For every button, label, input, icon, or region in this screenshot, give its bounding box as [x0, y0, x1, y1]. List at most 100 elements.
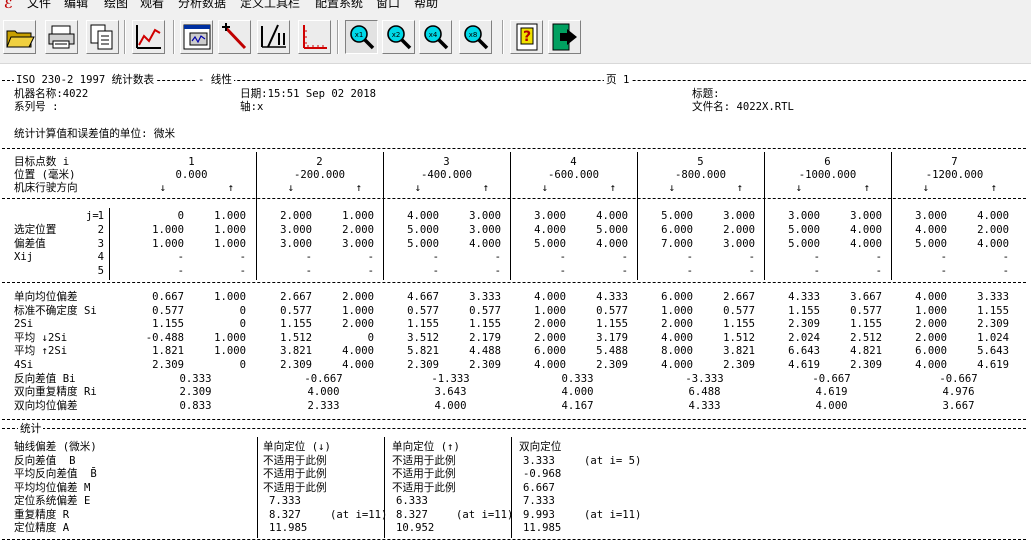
- stat-down-value: 5.821: [407, 345, 439, 357]
- stat-down-value: 1.155: [280, 318, 312, 330]
- menu-config[interactable]: 配置系统: [315, 0, 363, 10]
- stat-down-value: 3.821: [280, 345, 312, 357]
- zoom-x1-icon: x1: [350, 25, 375, 50]
- stat-up-value: 2.309: [596, 359, 628, 371]
- serial-number: 系列号 :: [14, 101, 59, 113]
- stat-up-value: 4.000: [342, 359, 374, 371]
- stat-up-value: 1.000: [342, 305, 374, 317]
- stats-row-label: 平均均位偏差 M: [14, 482, 91, 494]
- stat-down-value: 6.000: [534, 345, 566, 357]
- stat-down-value: 2.000: [661, 318, 693, 330]
- stats-bi-note: (at i= 5): [584, 455, 642, 467]
- stat-up-value: 0: [367, 332, 374, 344]
- target-point-number: 3: [443, 156, 450, 168]
- deviation-down-value: -: [305, 265, 312, 277]
- stat-down-value: 2.000: [534, 332, 566, 344]
- zoom-x4-icon: x4: [424, 25, 449, 50]
- deviation-down-value: -: [686, 251, 693, 263]
- menu-view[interactable]: 观看: [140, 0, 164, 10]
- open-icon: [6, 30, 35, 48]
- stat-down-value: 2.000: [534, 318, 566, 330]
- stats-up-value: 10.952: [396, 522, 435, 534]
- deviation-down-value: 5.000: [915, 238, 947, 250]
- deviation-up-value: -: [239, 265, 246, 277]
- app-icon: ℰ: [4, 0, 13, 11]
- toolbar-separator: [124, 20, 126, 54]
- deviation-up-value: 3.000: [850, 210, 882, 222]
- open-button[interactable]: [3, 20, 36, 54]
- zoom-x1-button[interactable]: x1: [345, 20, 378, 54]
- menu-window[interactable]: 窗口: [376, 0, 400, 10]
- stats-divider: [511, 437, 512, 538]
- stat-down-value: 0.577: [280, 305, 312, 317]
- target-point-number: 4: [570, 156, 577, 168]
- axis-label: 轴:x: [240, 101, 264, 113]
- stat-down-value: 1.000: [661, 305, 693, 317]
- stat-row-label: 标准不确定度 Si: [14, 305, 97, 317]
- axis-chart-button[interactable]: [298, 20, 331, 54]
- single-row-value: 4.167: [561, 400, 594, 412]
- j-index: 3: [97, 238, 104, 250]
- stats-col-header: 单向定位 (↑): [392, 441, 460, 453]
- deviation-down-value: -: [940, 251, 947, 263]
- deviation-up-value: -: [875, 251, 882, 263]
- type-label: - 线性: [196, 74, 234, 86]
- zoom-x4-button[interactable]: x4: [419, 20, 452, 54]
- line-chart-button[interactable]: [132, 20, 165, 54]
- print-button[interactable]: [45, 20, 78, 54]
- menu-help[interactable]: 帮助: [414, 0, 438, 10]
- deviation-down-value: -: [432, 251, 439, 263]
- column-divider: [256, 152, 257, 280]
- stats-top-rule: [2, 428, 1026, 429]
- stat-down-value: 2.000: [915, 332, 947, 344]
- deviation-up-value: 3.000: [469, 224, 501, 236]
- menu-edit[interactable]: 编辑: [64, 0, 88, 10]
- menu-plot[interactable]: 绘图: [104, 0, 128, 10]
- help-button[interactable]: ?: [510, 20, 543, 54]
- menu-analyze[interactable]: 分析数据: [178, 0, 226, 10]
- single-row-value: 3.643: [434, 386, 467, 398]
- zoom-x2-button[interactable]: x2: [382, 20, 415, 54]
- marker-button[interactable]: [218, 20, 251, 54]
- help-icon: ?: [516, 23, 538, 51]
- single-row-value: 6.488: [688, 386, 721, 398]
- toolbar: x1 x2 x4 x8?: [0, 11, 1031, 64]
- stat-down-value: 1.155: [788, 305, 820, 317]
- stat-up-value: 2.309: [850, 359, 882, 371]
- single-row-value: 4.000: [561, 386, 594, 398]
- window-chart-button[interactable]: [180, 20, 213, 54]
- svg-text:x4: x4: [429, 31, 438, 39]
- stat-up-value: 0.577: [469, 305, 501, 317]
- up-arrow-icon: ↑: [736, 182, 744, 194]
- copy-button[interactable]: [86, 20, 119, 54]
- stats-divider: [257, 437, 258, 538]
- exit-button[interactable]: [548, 20, 581, 54]
- deviation-down-value: -: [305, 251, 312, 263]
- stat-down-value: 4.000: [534, 291, 566, 303]
- deviation-up-value: -: [494, 251, 501, 263]
- machine-name: 机器名称:4022: [14, 88, 89, 100]
- j-index: 4: [97, 251, 104, 263]
- deviation-down-value: 3.000: [915, 210, 947, 222]
- stat-down-value: 2.667: [280, 291, 312, 303]
- stats-down-value: 不适用于此例: [263, 482, 327, 494]
- zoom-x8-button[interactable]: x8: [459, 20, 492, 54]
- stat-up-value: 1.155: [850, 318, 882, 330]
- single-row-value: 0.333: [179, 373, 212, 385]
- single-row-value: 4.000: [434, 400, 467, 412]
- menu-file[interactable]: 文件: [27, 0, 51, 10]
- single-row-label: 双向重复精度 Ri: [14, 386, 97, 398]
- deviation-up-value: 1.000: [214, 210, 246, 222]
- stat-down-value: 1.000: [534, 305, 566, 317]
- zoom-x2-icon: x2: [387, 25, 412, 50]
- axis-deviation-label: 轴线偏差 (微米): [14, 441, 97, 453]
- svg-text:?: ?: [523, 29, 531, 45]
- menu-define-toolbar[interactable]: 定义工具栏: [240, 0, 300, 10]
- stats-bottom-rule: [2, 539, 1026, 540]
- stat-up-value: 4.488: [469, 345, 501, 357]
- deviation-down-value: -: [177, 265, 184, 277]
- target-point-label: 目标点数 i: [14, 156, 70, 168]
- stat-up-value: 1.155: [596, 318, 628, 330]
- deviation-down-value: 3.000: [280, 238, 312, 250]
- split-chart-button[interactable]: [257, 20, 290, 54]
